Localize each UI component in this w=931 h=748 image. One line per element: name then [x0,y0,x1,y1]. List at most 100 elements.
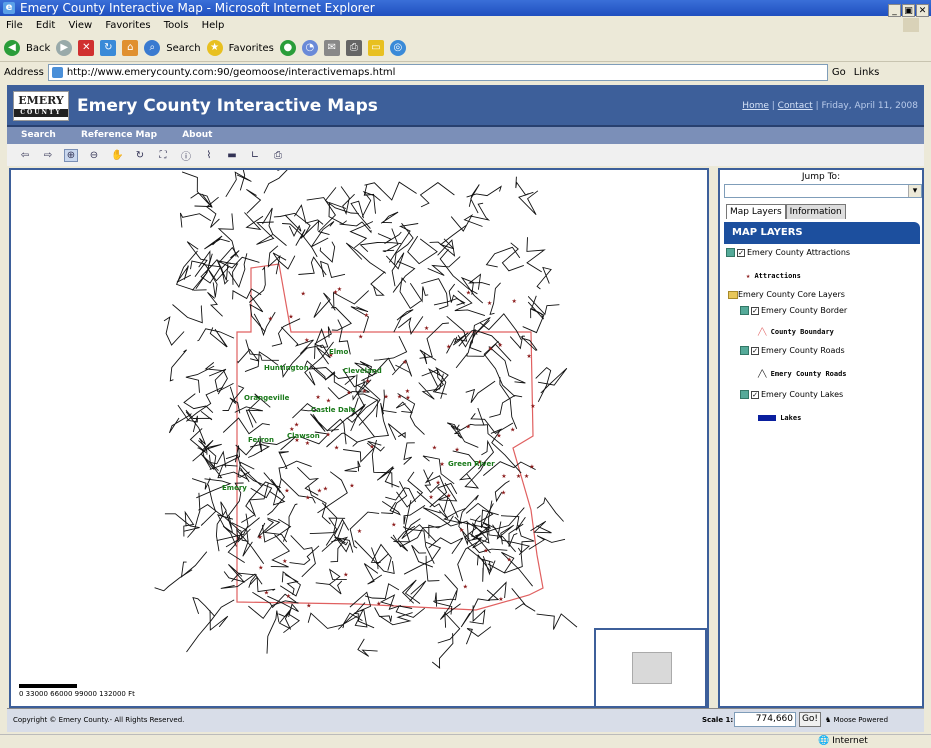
attraction-marker[interactable]: ★ [294,422,299,429]
favorites-button[interactable]: Favorites [229,43,274,54]
attraction-marker[interactable]: ★ [349,482,354,489]
attraction-marker[interactable]: ★ [376,601,381,608]
nav-about[interactable]: About [182,130,212,140]
go-button[interactable]: Go [832,67,846,78]
menu-view[interactable]: View [68,20,92,31]
attraction-marker[interactable]: ★ [454,447,459,454]
attraction-marker[interactable]: ★ [432,445,437,452]
contact-link[interactable]: Contact [778,101,813,111]
stop-icon[interactable]: ✕ [78,40,95,56]
attraction-marker[interactable]: ★ [357,528,362,535]
map-viewer[interactable]: ★ ★ ★ ★ ★ ★ ★ ★ ★ ★ ★ ★ ★ ★ ★ ★ ★ ★ ★ ★ ★ ★ ★ ★ ★ ★ ★ ★ ★ ★ ★ ★ ★ ★ ★ ★ ★ ★ ★ ★… [9,168,709,708]
county-map[interactable]: ★ ★ ★ ★ ★ ★ ★ ★ ★ ★ ★ ★ ★ ★ ★ ★ ★ ★ ★ ★ ★ ★ ★ ★ ★ ★ ★ ★ ★ ★ ★ ★ ★ ★ ★ ★ ★ ★ ★ ★… [11,170,707,706]
arrow-left-icon[interactable]: ⇦ [19,150,31,161]
pan-icon[interactable]: ✋ [111,150,123,161]
back-arrow-icon[interactable]: ◀ [4,40,20,56]
menu-help[interactable]: Help [202,20,225,31]
attraction-marker[interactable]: ★ [428,494,433,501]
reference-map-thumbnail[interactable] [632,652,672,684]
back-button[interactable]: Back [26,43,50,54]
attraction-marker[interactable]: ★ [466,290,471,297]
attraction-marker[interactable]: ★ [439,461,444,468]
jump-to-select[interactable] [724,184,922,198]
measure-icon[interactable]: ⌇ [203,150,215,161]
attraction-marker[interactable]: ★ [325,432,330,439]
attraction-marker[interactable]: ★ [346,389,351,396]
attraction-marker[interactable]: ★ [343,572,348,579]
attraction-marker[interactable]: ★ [288,314,293,321]
media-icon[interactable]: ● [279,40,296,56]
nav-search[interactable]: Search [21,130,56,140]
tab-map-layers[interactable]: Map Layers [726,204,786,219]
tab-information[interactable]: Information [785,204,846,219]
attraction-marker[interactable]: ★ [524,473,529,480]
attraction-marker[interactable]: ★ [507,556,512,563]
attraction-marker[interactable]: ★ [405,395,410,402]
attraction-marker[interactable]: ★ [301,290,306,297]
attraction-marker[interactable]: ★ [337,286,342,293]
search-icon[interactable]: ⌕ [144,40,161,56]
attraction-marker[interactable]: ★ [326,398,331,405]
home-link[interactable]: Home [742,101,769,111]
menu-file[interactable]: File [6,20,23,31]
attraction-marker[interactable]: ★ [358,334,363,341]
attraction-marker[interactable]: ★ [446,492,451,499]
home-icon[interactable]: ⌂ [122,40,139,56]
attraction-marker[interactable]: ★ [304,337,309,344]
attraction-marker[interactable]: ★ [258,564,263,571]
history-icon[interactable]: ◔ [301,40,318,56]
layer-checkbox[interactable]: ✓ [751,306,759,315]
arrow-right-icon[interactable]: ⇨ [42,150,54,161]
attraction-marker[interactable]: ★ [334,444,339,451]
layer-checkbox[interactable]: ✓ [751,390,759,399]
menu-edit[interactable]: Edit [36,20,55,31]
layer-checkbox[interactable]: ✓ [737,248,745,257]
attraction-marker[interactable]: ★ [501,490,506,497]
print-icon[interactable]: ⎙ [345,40,362,56]
attraction-marker[interactable]: ★ [510,427,515,434]
attraction-marker[interactable]: ★ [501,473,506,480]
attraction-marker[interactable]: ★ [282,558,287,565]
attraction-marker[interactable]: ★ [305,494,310,501]
attraction-marker[interactable]: ★ [391,521,396,528]
print-icon[interactable]: ⎙ [272,150,284,161]
attraction-marker[interactable]: ★ [405,388,410,395]
attraction-marker[interactable]: ★ [306,603,311,610]
forward-arrow-icon[interactable]: ▶ [56,40,73,56]
refresh-icon[interactable]: ↻ [134,150,146,161]
profile-icon[interactable]: ∟ [249,150,261,161]
attraction-marker[interactable]: ★ [257,534,262,541]
attraction-marker[interactable]: ★ [483,548,488,555]
favorites-star-icon[interactable]: ★ [206,40,223,56]
attraction-marker[interactable]: ★ [530,403,535,410]
attraction-marker[interactable]: ★ [268,316,273,323]
attraction-marker[interactable]: ★ [264,590,269,597]
attraction-marker[interactable]: ★ [435,480,440,487]
attraction-marker[interactable]: ★ [516,473,521,480]
refresh-icon[interactable]: ↻ [100,40,117,56]
nav-reference-map[interactable]: Reference Map [81,130,157,140]
reference-map[interactable] [594,628,707,706]
attraction-marker[interactable]: ★ [305,440,310,447]
info-icon[interactable]: ⓘ [180,148,192,163]
attraction-marker[interactable]: ★ [498,342,503,349]
attraction-marker[interactable]: ★ [459,527,464,534]
layer-checkbox[interactable]: ✓ [751,346,759,355]
attraction-marker[interactable]: ★ [369,444,374,451]
menu-favorites[interactable]: Favorites [105,20,150,31]
attraction-marker[interactable]: ★ [526,353,531,360]
zoom-extent-icon[interactable]: ⛶ [157,150,169,161]
attraction-marker[interactable]: ★ [446,343,451,350]
measure-area-icon[interactable]: ▬ [226,150,238,161]
search-button[interactable]: Search [166,43,200,54]
attraction-marker[interactable]: ★ [512,298,517,305]
attraction-marker[interactable]: ★ [323,485,328,492]
zoom-out-icon[interactable]: ⊖ [88,150,100,161]
attraction-marker[interactable]: ★ [383,393,388,400]
attraction-marker[interactable]: ★ [498,596,503,603]
attraction-marker[interactable]: ★ [463,584,468,591]
attraction-marker[interactable]: ★ [529,464,534,471]
attraction-marker[interactable]: ★ [487,300,492,307]
attraction-marker[interactable]: ★ [365,378,370,385]
attraction-marker[interactable]: ★ [364,312,369,319]
